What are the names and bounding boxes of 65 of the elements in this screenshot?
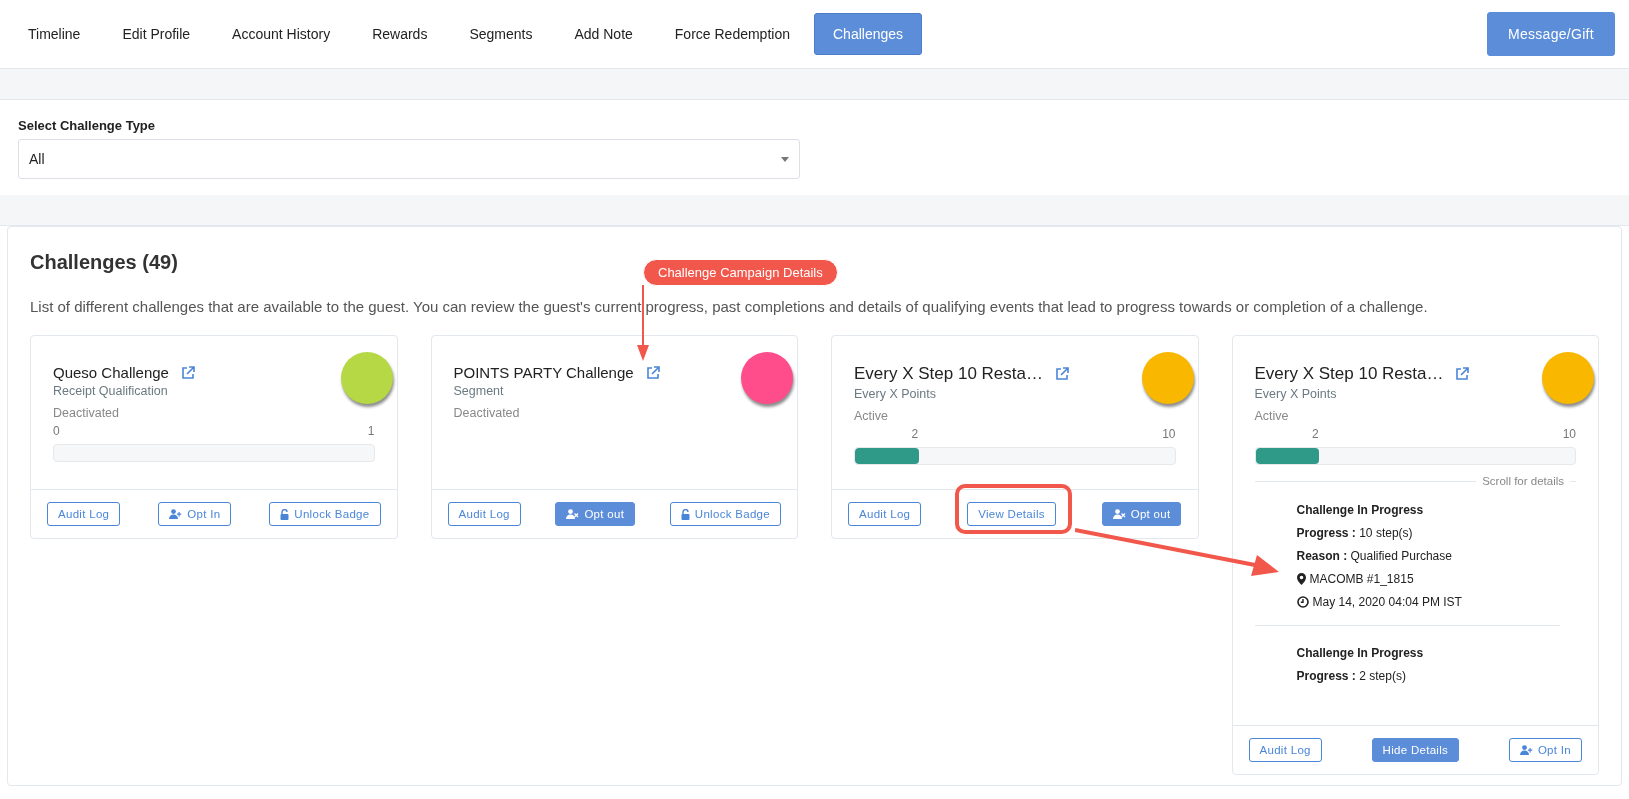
challenge-type: Receipt Qualification [53,384,169,398]
unlock-icon [680,508,690,520]
challenge-status: Active [1254,409,1290,423]
challenge-status: Deactivated [453,406,521,420]
card-action-button[interactable]: Hide Details [1371,738,1460,762]
nav-tab[interactable]: Rewards [354,14,446,54]
progress-max: 10 [1562,427,1576,441]
timestamp-text: May 14, 2020 04:04 PM IST [1312,595,1462,609]
card-action-button[interactable]: Audit Log [1248,738,1322,762]
external-link-icon[interactable] [1055,367,1069,381]
card-action-button[interactable]: Opt In [1508,738,1582,762]
nav-tab[interactable]: Account History [214,14,349,54]
entry-title: Challenge In Progress [1296,646,1425,660]
user-plus-icon [1519,745,1533,755]
message-gift-button[interactable]: Message/Gift [1486,12,1615,56]
external-link-icon[interactable] [645,365,660,380]
progress-detail: Progress : 2 step(s) [1296,669,1407,683]
challenge-type: Segment [453,384,505,398]
external-link-icon[interactable] [180,365,195,380]
challenge-name: Every X Step 10 Resta… [1254,364,1444,384]
panel-description: List of different challenges that are available to the guest. You can review the guest's current progress, past completions and details of qualifying events that lead to progress towards or completion of a challenge. [30,298,1429,315]
card-action-button[interactable]: Opt In [158,502,232,526]
map-pin-icon [1296,573,1306,585]
location-text: MACOMB #1_1815 [1309,572,1414,586]
nav-tab[interactable]: Timeline [10,14,99,54]
entry-title: Challenge In Progress [1296,503,1425,517]
progress-current: 2 [911,427,919,441]
scroll-hint: Scroll for details [1482,475,1564,487]
card-action-button[interactable]: Audit Log [447,502,521,526]
card-action-button[interactable]: Unlock Badge [269,502,381,526]
field-label: Select Challenge Type [18,118,157,133]
progress-current: 2 [1312,427,1319,441]
challenge-type-dropdown[interactable]: All [18,139,800,179]
unlock-icon [280,508,290,520]
progress-min: 0 [53,424,60,438]
card-action-button[interactable]: Opt out [555,502,636,526]
challenge-status: Deactivated [53,406,120,420]
nav-tab[interactable]: Segments [451,14,551,54]
external-link-icon[interactable] [1455,367,1470,381]
card-action-button[interactable]: View Details [967,502,1056,526]
progress-max: 1 [367,424,375,438]
user-remove-icon [1112,509,1126,519]
clock-icon [1296,596,1309,608]
user-remove-icon [566,509,580,519]
annotation-callout: Challenge Campaign Details [643,259,838,286]
card-action-button[interactable]: Opt out [1101,502,1182,526]
nav-tab[interactable]: Edit Profile [104,14,209,54]
panel-title: Challenges (49) [30,251,178,274]
challenge-name: POINTS PARTY Challenge [453,364,634,381]
challenge-type: Every X Points [854,387,937,401]
nav-tab[interactable]: Force Redemption [656,14,808,54]
caret-icon [781,156,789,162]
challenge-name: Every X Step 10 Resta… [854,364,1043,384]
progress-detail: Progress : 10 step(s) [1296,526,1414,540]
challenge-status: Active [854,409,890,423]
user-plus-icon [169,509,183,519]
nav-tab[interactable]: Add Note [556,14,651,54]
card-action-button[interactable]: Audit Log [848,502,922,526]
card-action-button[interactable]: Audit Log [47,502,121,526]
progress-max: 10 [1162,427,1176,441]
card-action-button[interactable]: Unlock Badge [669,502,781,526]
challenge-name: Queso Challenge [53,364,169,381]
challenge-type: Every X Points [1254,387,1338,401]
nav-tab[interactable]: Challenges [814,13,923,55]
reason-detail: Reason : Qualified Purchase [1296,549,1453,563]
